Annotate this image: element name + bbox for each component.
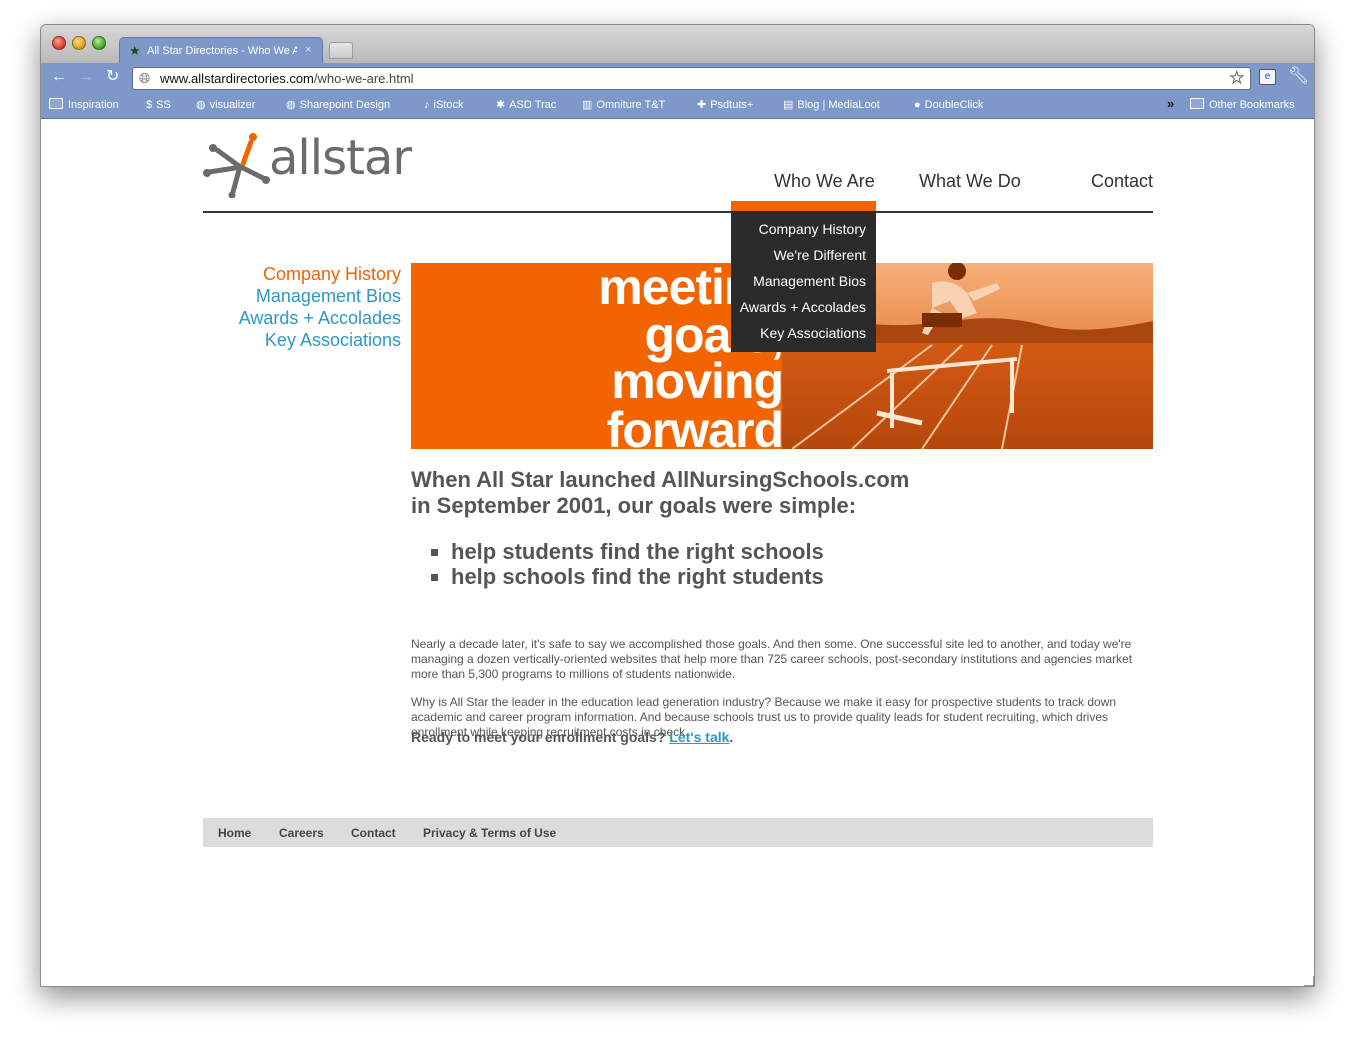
body-paragraph-1: Nearly a decade later, it's safe to say … (411, 637, 1133, 681)
header-divider (203, 211, 1153, 213)
footer-link-careers[interactable]: Careers (279, 826, 324, 840)
browser-tab[interactable]: ★ All Star Directories - Who We Are × (119, 37, 323, 64)
footer-link-privacy-terms[interactable]: Privacy & Terms of Use (423, 826, 556, 840)
browser-toolbar: ← → ↻ 🌐︎ www.allstardirectories.com/who-… (41, 63, 1314, 92)
dropdown-item-were-different[interactable]: We're Different (774, 246, 866, 264)
allstar-logo[interactable]: allstar (203, 128, 433, 198)
back-arrow-icon[interactable]: ← (51, 67, 67, 87)
bookmark-sharepoint-design[interactable]: ◍ Sharepoint Design (286, 98, 390, 112)
close-window-button[interactable] (52, 36, 66, 50)
allstar-favicon-icon: ★ (129, 43, 141, 58)
dropdown-item-company-history[interactable]: Company History (759, 220, 866, 238)
new-tab-button[interactable] (329, 42, 353, 59)
dropdown-item-awards[interactable]: Awards + Accolades (740, 298, 866, 316)
sidebar-item-company-history[interactable]: Company History (263, 263, 401, 285)
globe-icon: ◍ (196, 99, 206, 111)
nav-contact[interactable]: Contact (1091, 170, 1153, 192)
hero-word-4: forward (606, 402, 784, 449)
who-we-are-dropdown: Company History We're Different Manageme… (731, 201, 876, 352)
web-page: allstar Who We Are What We Do Contact Co… (41, 120, 1314, 986)
star-icon[interactable]: ★ (1229, 69, 1244, 88)
globe-icon: ◍ (286, 99, 296, 111)
minimize-window-button[interactable] (72, 36, 86, 50)
address-bar[interactable]: 🌐︎ www.allstardirectories.com/who-we-are… (132, 67, 1251, 90)
hero-word-3: moving (611, 353, 784, 409)
footer-link-home[interactable]: Home (218, 826, 251, 840)
ss-icon: $ (146, 99, 153, 111)
psdtuts-icon: ✚ (697, 99, 707, 111)
url-host: www.allstardirectories.com (160, 71, 314, 86)
bookmarks-bar: Inspiration $ SS ◍ visualizer ◍ Sharepoint … (41, 92, 1314, 119)
allstar-star-people-icon (203, 133, 270, 198)
sidebar-item-management-bios[interactable]: Management Bios (256, 285, 401, 307)
cta-end: . (729, 729, 734, 745)
bookmark-inspiration[interactable]: Inspiration (49, 98, 119, 112)
footer-bar: Home Careers Contact Privacy & Terms of … (203, 818, 1153, 847)
goals-list: help students find the right schools hel… (431, 539, 824, 589)
title-bar: ★ All Star Directories - Who We Are × (41, 25, 1314, 64)
zoom-window-button[interactable] (92, 36, 106, 50)
nav-who-we-are[interactable]: Who We Are (774, 170, 875, 192)
logo-wordmark: allstar (269, 130, 412, 186)
doubleclick-icon: ● (914, 99, 921, 111)
bookmarks-overflow-icon[interactable]: » (1167, 96, 1174, 111)
sidebar-item-key-associations[interactable]: Key Associations (265, 329, 401, 351)
folder-icon (1190, 98, 1204, 109)
medialoot-icon: ▤ (783, 99, 794, 111)
sidebar-item-awards[interactable]: Awards + Accolades (239, 307, 401, 329)
list-item: help schools find the right students (431, 564, 824, 589)
bookmark-doubleclick[interactable]: ● DoubleClick (914, 98, 983, 112)
url-path: /who-we-are.html (313, 71, 414, 86)
intro-heading: When All Star launched AllNursingSchools… (411, 467, 909, 519)
intro-line-1: When All Star launched AllNursingSchools… (411, 467, 910, 492)
bookmark-ss[interactable]: $ SS (146, 98, 171, 112)
bookmark-psdtuts[interactable]: ✚ Psdtuts+ (697, 98, 753, 112)
forward-arrow-icon[interactable]: → (78, 67, 94, 87)
browser-window: ★ All Star Directories - Who We Are × ← … (40, 24, 1315, 987)
nav-what-we-do[interactable]: What We Do (919, 170, 1021, 192)
lets-talk-link[interactable]: Let's talk (669, 729, 729, 745)
wrench-icon[interactable]: 🔧︎ (1288, 66, 1310, 86)
tab-title: All Star Directories - Who We Are (147, 45, 297, 57)
cta-text: Ready to meet your enrollment goals? (411, 729, 670, 745)
tab-close-icon[interactable]: × (305, 43, 311, 57)
window-resize-handle[interactable] (1304, 976, 1314, 986)
bookmark-medialoot[interactable]: ▤ Blog | MediaLoot (783, 98, 880, 112)
call-to-action: Ready to meet your enrollment goals? Let… (411, 729, 733, 745)
dropdown-item-key-associations[interactable]: Key Associations (760, 324, 866, 342)
intro-line-2: in September 2001, our goals were simple… (411, 493, 857, 518)
folder-icon (49, 98, 63, 109)
istock-icon: ♪ (424, 99, 430, 111)
dropdown-item-management-bios[interactable]: Management Bios (753, 272, 866, 290)
bookmark-omniture[interactable]: ▥ Omniture T&T (582, 98, 665, 112)
omniture-icon: ▥ (582, 99, 593, 111)
list-item: help students find the right schools (431, 539, 824, 564)
globe-icon: 🌐︎ (139, 70, 151, 86)
bookmark-asd-trac[interactable]: ✱ ASD Trac (496, 98, 556, 112)
url-text[interactable]: www.allstardirectories.com/who-we-are.ht… (160, 71, 414, 87)
bookmark-istock[interactable]: ♪ iStock (424, 98, 463, 112)
extension-icon[interactable]: e (1259, 69, 1276, 85)
reload-icon[interactable]: ↻ (106, 67, 119, 87)
bookmark-other-bookmarks[interactable]: Other Bookmarks (1190, 98, 1295, 112)
trac-icon: ✱ (496, 99, 506, 111)
footer-link-contact[interactable]: Contact (351, 826, 396, 840)
bookmark-visualizer[interactable]: ◍ visualizer (196, 98, 255, 112)
